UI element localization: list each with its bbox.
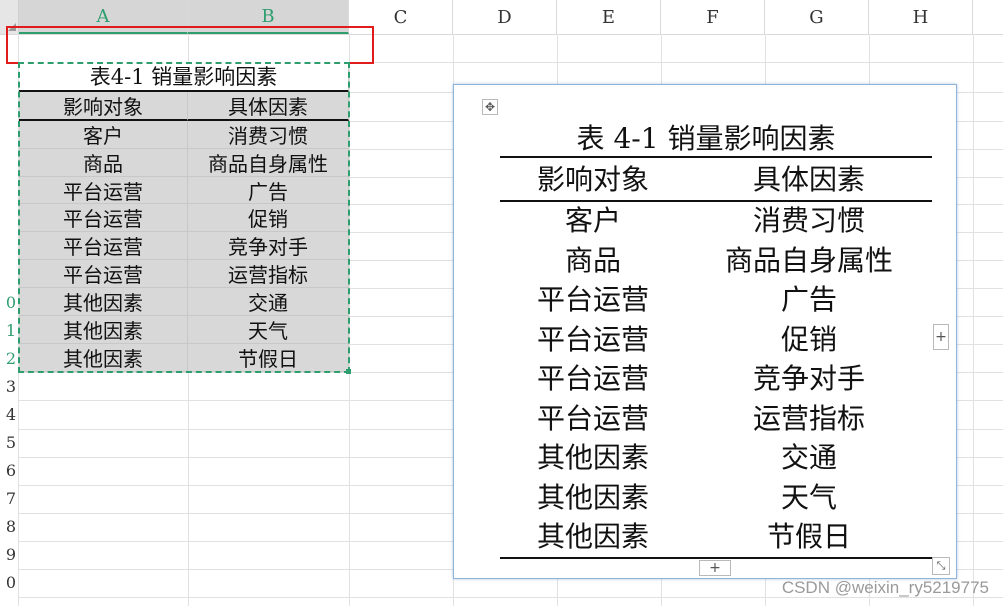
row-header-12[interactable]: 2 (0, 346, 18, 372)
resize-handle-icon[interactable]: ⤡ (932, 557, 950, 575)
float-cell: 促销 (780, 323, 837, 356)
add-row-plus-icon[interactable]: + (699, 560, 731, 576)
sheet-cell[interactable]: 运营指标 (188, 260, 349, 288)
float-cell: 其他因素 (536, 441, 649, 474)
row-header-18[interactable]: 8 (0, 514, 18, 540)
table-row: 平台运营 运营指标 (500, 399, 932, 439)
float-header-cell: 影响对象 (536, 163, 649, 196)
float-cell: 消费习惯 (752, 204, 865, 237)
float-cell: 平台运营 (536, 283, 649, 316)
fill-handle[interactable] (346, 369, 351, 374)
row-header-10[interactable]: 0 (0, 290, 18, 316)
float-table-title: 表 4-1 销量影响因素 (576, 122, 836, 155)
float-cell: 客户 (564, 204, 621, 237)
pasted-table-object[interactable]: ✥ 表 4-1 销量影响因素 影响对象 具体因素 客户 消费习惯 商品 商品自身… (453, 84, 957, 579)
table-bottom-rule (500, 557, 932, 559)
row-header-19[interactable]: 9 (0, 542, 18, 568)
column-header-g[interactable]: G (765, 0, 869, 34)
row-header-13[interactable]: 3 (0, 374, 18, 400)
table-row: 其他因素 天气 (19, 316, 349, 344)
table-row: 平台运营 促销 (19, 204, 349, 232)
float-header-cell: 具体因素 (752, 163, 865, 196)
row-header-14[interactable]: 4 (0, 402, 18, 428)
table-row: 平台运营 运营指标 (19, 260, 349, 288)
row-header-15[interactable]: 5 (0, 430, 18, 456)
sheet-cell[interactable]: 平台运营 (19, 204, 188, 232)
float-cell: 平台运营 (536, 402, 649, 435)
sheet-cell[interactable]: 消费习惯 (188, 121, 349, 149)
row-header-16[interactable]: 6 (0, 458, 18, 484)
table-row: 其他因素 交通 (19, 288, 349, 316)
table-row: 平台运营 竞争对手 (500, 359, 932, 399)
sheet-header-cell[interactable]: 具体因素 (188, 92, 349, 121)
sheet-cell[interactable]: 商品自身属性 (188, 149, 349, 177)
table-row: 客户 消费习惯 (19, 121, 349, 149)
row-header-11[interactable]: 1 (0, 318, 18, 344)
sheet-cell[interactable]: 商品 (19, 149, 188, 177)
sheet-header-cell[interactable]: 影响对象 (19, 92, 188, 121)
table-row: 其他因素 节假日 (500, 517, 932, 557)
table-row: 商品 商品自身属性 (500, 241, 932, 281)
add-column-plus-icon[interactable]: + (933, 324, 949, 350)
column-header-f[interactable]: F (661, 0, 765, 34)
float-cell: 平台运营 (536, 362, 649, 395)
float-table-header: 影响对象 具体因素 (500, 162, 932, 198)
column-header-d[interactable]: D (453, 0, 557, 34)
float-cell: 交通 (780, 441, 837, 474)
move-handle-icon[interactable]: ✥ (482, 99, 498, 115)
sheet-cell[interactable]: 促销 (188, 204, 349, 232)
table-row: 商品 商品自身属性 (19, 149, 349, 177)
sheet-cell[interactable]: 节假日 (188, 344, 349, 372)
float-cell: 其他因素 (536, 481, 649, 514)
column-header-h[interactable]: H (869, 0, 973, 34)
row-header-17[interactable]: 7 (0, 486, 18, 512)
sheet-cell[interactable]: 平台运营 (19, 260, 188, 288)
sheet-cell[interactable]: 竞争对手 (188, 232, 349, 260)
sheet-cell[interactable]: 平台运营 (19, 177, 188, 204)
float-cell: 天气 (780, 481, 837, 514)
gridline (349, 34, 350, 606)
spreadsheet-canvas: A B C D E F G H 0 1 2 3 4 5 6 7 8 9 0 表4… (0, 0, 1003, 606)
column-header-e[interactable]: E (557, 0, 661, 34)
annotation-highlight-box (6, 26, 374, 64)
float-cell: 其他因素 (536, 520, 649, 553)
table-row: 其他因素 天气 (500, 478, 932, 518)
float-cell: 竞争对手 (752, 362, 865, 395)
sheet-title-cell[interactable]: 表4-1 销量影响因素 (19, 62, 349, 92)
watermark-text: CSDN @weixin_ry5219775 (781, 578, 989, 597)
table-row: 平台运营 广告 (19, 177, 349, 204)
sheet-cell[interactable]: 天气 (188, 316, 349, 344)
table-row: 其他因素 节假日 (19, 344, 349, 372)
table-top-rule (500, 156, 932, 158)
float-cell: 商品 (564, 244, 621, 277)
float-cell: 广告 (780, 283, 837, 316)
sheet-cell[interactable]: 交通 (188, 288, 349, 316)
table-row: 平台运营 竞争对手 (19, 232, 349, 260)
sheet-cell[interactable]: 广告 (188, 177, 349, 204)
sheet-cell[interactable]: 其他因素 (19, 344, 188, 372)
sheet-cell[interactable]: 客户 (19, 121, 188, 149)
sheet-table-range: 表4-1 销量影响因素 影响对象 具体因素 客户 消费习惯 商品 商品自身属性 … (19, 62, 349, 372)
row-header-20[interactable]: 0 (0, 570, 18, 596)
float-cell: 节假日 (766, 520, 851, 553)
table-row: 平台运营 广告 (500, 280, 932, 320)
sheet-cell[interactable]: 其他因素 (19, 288, 188, 316)
table-row: 客户 消费习惯 (500, 201, 932, 241)
sheet-cell[interactable]: 平台运营 (19, 232, 188, 260)
sheet-title-row: 表4-1 销量影响因素 (19, 62, 349, 92)
table-row: 平台运营 促销 (500, 320, 932, 360)
float-cell: 平台运营 (536, 323, 649, 356)
float-cell: 商品自身属性 (724, 244, 893, 277)
gridline (973, 34, 974, 606)
sheet-header-row: 影响对象 具体因素 (19, 92, 349, 121)
float-cell: 运营指标 (752, 402, 865, 435)
table-row: 其他因素 交通 (500, 438, 932, 478)
sheet-cell[interactable]: 其他因素 (19, 316, 188, 344)
